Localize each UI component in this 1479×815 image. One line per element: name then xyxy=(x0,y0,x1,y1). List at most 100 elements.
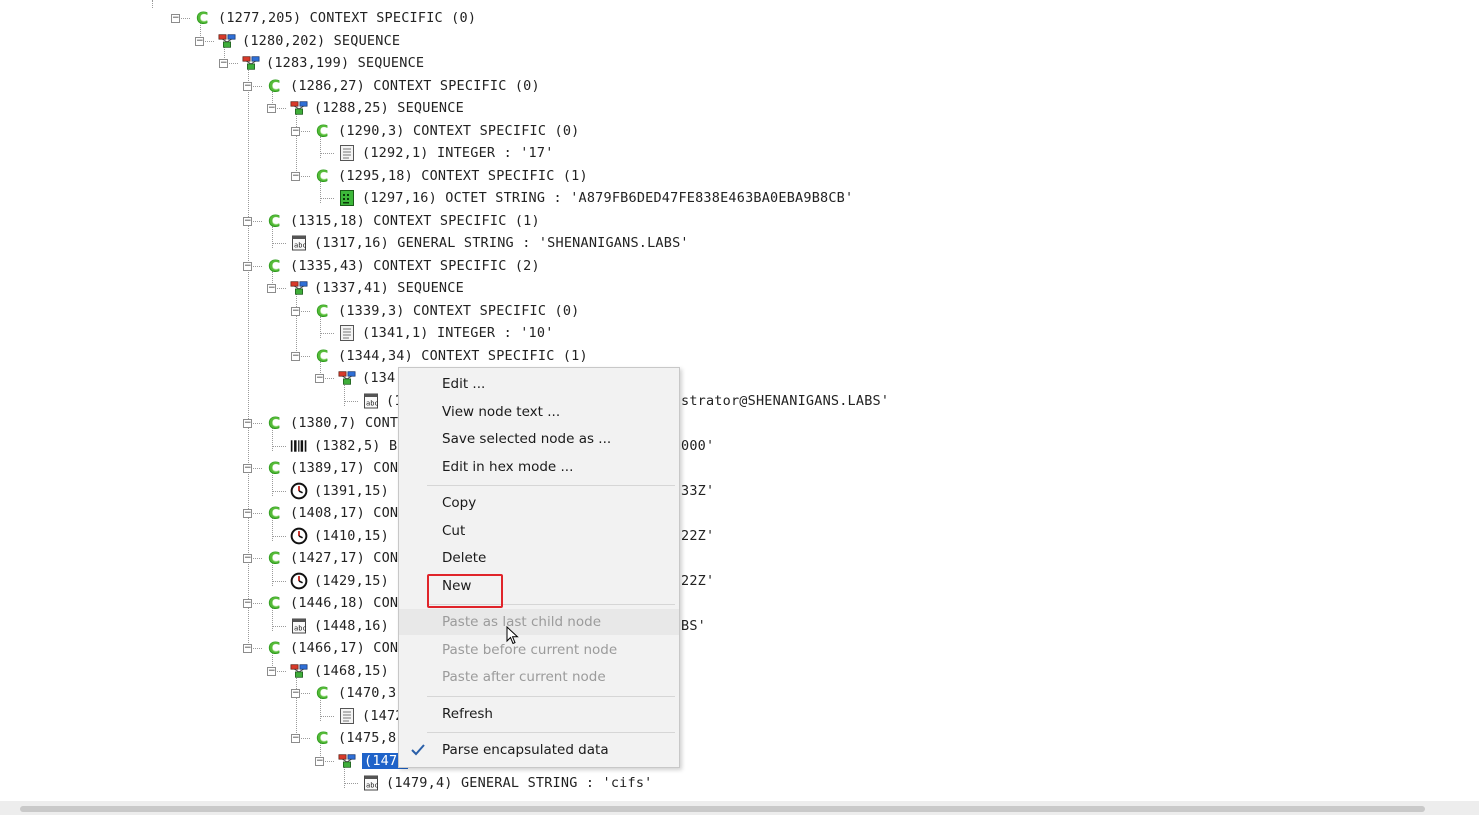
tree-node-label: (1466,17) CON xyxy=(290,640,399,656)
tree-node[interactable]: C C (1295,18) CONTEXT SPECIFIC (1) xyxy=(314,165,588,187)
tree-node[interactable]: C C (1408,17) CON xyxy=(266,502,398,524)
menu-item-label: Paste before current node xyxy=(442,641,618,658)
tree-node[interactable]: abc (1 xyxy=(362,390,403,412)
tree-expander-icon[interactable]: − xyxy=(291,171,300,181)
tree-node-label: BS' xyxy=(681,617,706,634)
bit-string-icon xyxy=(290,437,308,455)
tree-expander-icon[interactable]: − xyxy=(243,419,252,429)
menu-parse-encapsulated[interactable]: Parse encapsulated data xyxy=(399,737,679,763)
tree-node[interactable]: (1429,15) xyxy=(290,570,389,592)
svg-text:C: C xyxy=(269,257,280,275)
menu-edit-hex-mode[interactable]: Edit in hex mode ... xyxy=(399,454,679,480)
svg-text:C: C xyxy=(317,684,328,702)
tree-expander-icon[interactable]: − xyxy=(243,261,252,271)
tree-expander-icon[interactable]: − xyxy=(243,554,252,564)
tree-node[interactable]: C C (1389,17) CON xyxy=(266,457,398,479)
menu-separator xyxy=(427,485,675,486)
tree-expander-icon[interactable]: − xyxy=(219,59,228,69)
string-icon: abc xyxy=(362,774,380,792)
tree-node[interactable]: (1288,25) SEQUENCE xyxy=(290,97,464,119)
menu-paste-before[interactable]: Paste before current node xyxy=(399,637,679,663)
menu-edit[interactable]: Edit ... xyxy=(399,371,679,397)
tree-node[interactable]: abc (1317,16) GENERAL STRING : 'SHENANIGA… xyxy=(290,232,689,254)
tree-node[interactable]: C C (1470,3 xyxy=(314,682,396,704)
svg-text:C: C xyxy=(317,302,328,320)
tree-expander-icon[interactable]: − xyxy=(267,284,276,294)
sequence-icon xyxy=(290,99,308,117)
horizontal-scrollbar[interactable] xyxy=(0,801,1479,815)
menu-paste-last-child[interactable]: Paste as last child node xyxy=(399,609,679,635)
tree-node-label: (1283,199) SEQUENCE xyxy=(266,55,425,71)
asn1-tree-view[interactable]: − C C (1277,205) CONTEXT SPECIFIC (0) − (1280… xyxy=(0,0,1479,815)
tree-expander-icon[interactable]: − xyxy=(291,306,300,316)
menu-save-selected-node[interactable]: Save selected node as ... xyxy=(399,426,679,452)
menu-refresh[interactable]: Refresh xyxy=(399,701,679,727)
tree-node[interactable]: C C (1286,27) CONTEXT SPECIFIC (0) xyxy=(266,75,540,97)
menu-view-node-text[interactable]: View node text ... xyxy=(399,399,679,425)
context-icon: CC xyxy=(266,257,284,275)
tree-expander-icon[interactable]: − xyxy=(243,599,252,609)
checkmark-icon xyxy=(411,744,425,756)
tree-expander-icon[interactable]: − xyxy=(291,734,300,744)
tree-node[interactable]: (134( xyxy=(338,367,404,389)
menu-paste-after[interactable]: Paste after current node xyxy=(399,664,679,690)
context-icon: CC xyxy=(266,594,284,612)
tree-node[interactable]: (1382,5) B xyxy=(290,435,397,457)
tree-node[interactable]: C C (1339,3) CONTEXT SPECIFIC (0) xyxy=(314,300,580,322)
sequence-icon xyxy=(290,662,308,680)
tree-expander-icon[interactable]: − xyxy=(291,689,300,699)
tree-expander-icon[interactable]: − xyxy=(243,81,252,91)
tree-expander-icon[interactable]: − xyxy=(315,756,324,766)
menu-copy[interactable]: Copy xyxy=(399,490,679,516)
tree-node[interactable]: C C (1427,17) CON xyxy=(266,547,398,569)
tree-expander-icon[interactable]: − xyxy=(243,216,252,226)
tree-expander-icon[interactable]: − xyxy=(291,126,300,136)
tree-node[interactable]: (1292,1) INTEGER : '17' xyxy=(338,142,554,164)
scrollbar-thumb[interactable] xyxy=(20,806,1425,812)
tree-expander-icon[interactable]: − xyxy=(315,374,324,384)
tree-node[interactable]: (1341,1) INTEGER : '10' xyxy=(338,322,554,344)
tree-node[interactable]: C C (1475,8 xyxy=(314,727,396,749)
tree-expander-icon[interactable]: − xyxy=(195,36,204,46)
tree-node[interactable]: (1472 xyxy=(338,705,404,727)
tree-expander-icon[interactable]: − xyxy=(243,464,252,474)
tree-node[interactable]: (1297,16) OCTET STRING : 'A879FB6DED47FE… xyxy=(338,187,853,209)
tree-expander-icon[interactable]: − xyxy=(243,644,252,654)
context-icon: CC xyxy=(314,122,332,140)
menu-item-label: Parse encapsulated data xyxy=(442,742,609,758)
tree-guide-line xyxy=(152,0,153,8)
tree-expander-icon[interactable]: − xyxy=(243,509,252,519)
menu-delete[interactable]: Delete xyxy=(399,545,679,571)
tree-expander-icon[interactable]: − xyxy=(171,14,180,24)
tree-node[interactable]: abc (1448,16) xyxy=(290,615,389,637)
tree-node[interactable]: C C (1446,18) CON xyxy=(266,592,398,614)
tree-node[interactable]: (1468,15) xyxy=(290,660,389,682)
tree-node[interactable]: C C (1315,18) CONTEXT SPECIFIC (1) xyxy=(266,210,540,232)
tree-node[interactable]: (1337,41) SEQUENCE xyxy=(290,277,464,299)
context-icon: CC xyxy=(314,347,332,365)
tree-node[interactable]: C C (1380,7) CONT xyxy=(266,412,398,434)
tree-node[interactable]: (1410,15) xyxy=(290,525,389,547)
tree-node[interactable]: C C (1466,17) CON xyxy=(266,637,398,659)
tree-node[interactable]: C C (1344,34) CONTEXT SPECIFIC (1) xyxy=(314,345,588,367)
tree-expander-icon[interactable]: − xyxy=(267,104,276,114)
sequence-icon xyxy=(290,279,308,297)
string-icon: abc xyxy=(290,617,308,635)
tree-node[interactable]: C C (1335,43) CONTEXT SPECIFIC (2) xyxy=(266,255,540,277)
tree-node[interactable]: (1283,199) SEQUENCE xyxy=(242,52,424,74)
menu-cut[interactable]: Cut xyxy=(399,518,679,544)
highlight-box xyxy=(427,574,503,608)
svg-text:C: C xyxy=(269,459,280,477)
tree-node-label: (1288,25) SEQUENCE xyxy=(314,100,464,116)
tree-node[interactable]: C C (1277,205) CONTEXT SPECIFIC (0) xyxy=(194,7,476,29)
tree-expander-icon[interactable]: − xyxy=(291,351,300,361)
tree-node[interactable]: C C (1290,3) CONTEXT SPECIFIC (0) xyxy=(314,120,580,142)
tree-node[interactable]: (1280,202) SEQUENCE xyxy=(218,30,400,52)
tree-connector-line xyxy=(344,400,358,402)
svg-text:C: C xyxy=(269,504,280,522)
tree-expander-icon[interactable]: − xyxy=(267,666,276,676)
tree-node-label: (1468,15) xyxy=(314,662,389,679)
tree-node[interactable]: abc (1479,4) GENERAL STRING : 'cifs' xyxy=(362,772,653,794)
tree-node[interactable]: (1391,15) xyxy=(290,480,389,502)
tree-node-label: (1315,18) CONTEXT SPECIFIC (1) xyxy=(290,212,540,229)
